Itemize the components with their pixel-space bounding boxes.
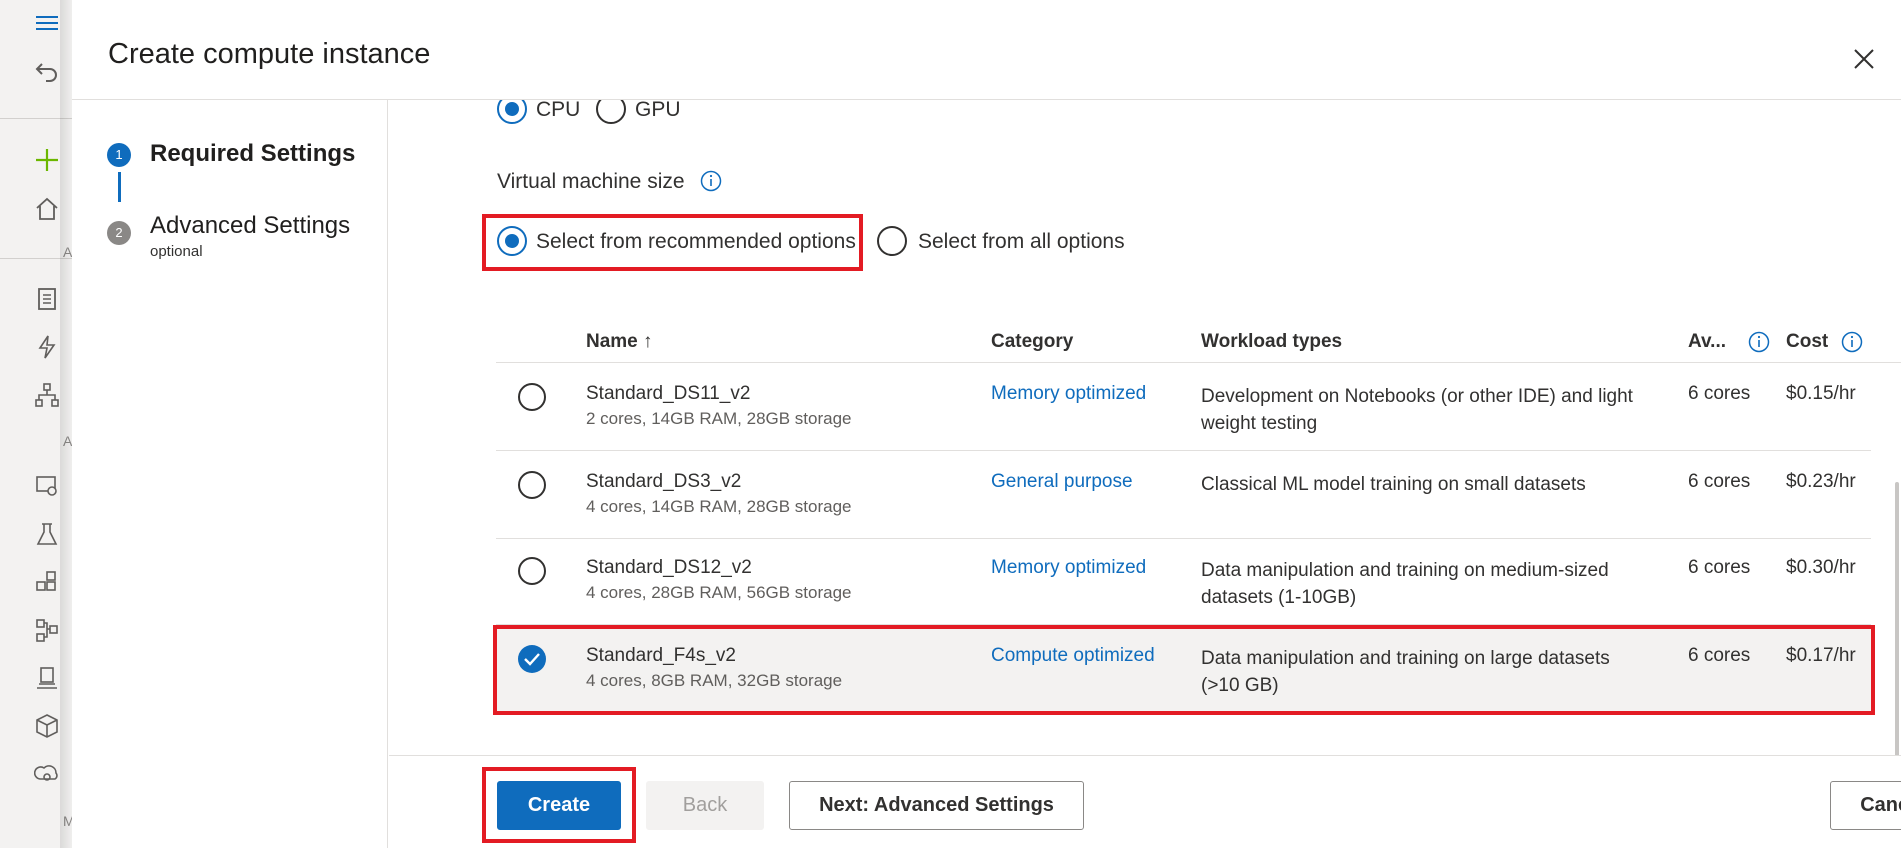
vm-cost: $0.15/hr (1786, 383, 1856, 404)
components-icon[interactable] (34, 569, 60, 595)
required-settings-content: CPU GPU Virtual machine size Select from… (389, 100, 1901, 755)
designer-icon[interactable] (34, 382, 60, 408)
vm-workload: Classical ML model training on small dat… (1201, 474, 1586, 495)
vm-name: Standard_DS3_v2 (586, 471, 742, 492)
automl-icon[interactable] (34, 334, 60, 360)
highlight-box (493, 625, 1875, 715)
experiments-icon[interactable] (34, 521, 60, 547)
cost-column-header[interactable]: Cost (1786, 331, 1828, 353)
back-button: Back (646, 781, 764, 830)
vm-category: General purpose (991, 471, 1133, 492)
models-icon[interactable] (34, 713, 60, 739)
sort-ascending-icon: ↑ (643, 331, 653, 352)
cpu-radio-label[interactable]: CPU (536, 100, 580, 122)
vm-spec: 2 cores, 14GB RAM, 28GB storage (586, 409, 852, 428)
vm-name: Standard_DS12_v2 (586, 557, 752, 578)
info-icon[interactable] (1748, 331, 1770, 353)
row-select-radio[interactable] (518, 471, 546, 499)
info-icon[interactable] (1841, 331, 1863, 353)
pipelines-icon[interactable] (34, 617, 60, 643)
vm-size-label: Virtual machine size (497, 170, 685, 193)
endpoints-icon[interactable] (34, 761, 60, 787)
row-select-radio[interactable] (518, 383, 546, 411)
vm-available: 6 cores (1688, 471, 1751, 492)
vm-spec: 4 cores, 14GB RAM, 28GB storage (586, 497, 852, 516)
datasets-icon[interactable] (34, 473, 60, 499)
vm-available: 6 cores (1688, 557, 1751, 578)
vm-spec: 4 cores, 28GB RAM, 56GB storage (586, 583, 852, 602)
vm-workload: Development on Notebooks (or other IDE) … (1201, 386, 1633, 434)
undo-icon[interactable] (34, 58, 60, 84)
vm-cost: $0.23/hr (1786, 471, 1856, 492)
close-icon[interactable] (1849, 44, 1879, 74)
step-connector (118, 172, 121, 202)
menu-icon[interactable] (34, 10, 60, 30)
cancel-button[interactable]: Cancel (1830, 781, 1901, 830)
vertical-scrollbar[interactable] (1895, 482, 1899, 755)
create-compute-panel: Create compute instance 1 Required Setti… (72, 0, 1901, 848)
gpu-radio[interactable] (596, 100, 626, 124)
vm-category: Memory optimized (991, 383, 1147, 404)
vm-workload: Data manipulation and training on medium… (1201, 560, 1609, 608)
name-column-header[interactable]: Name ↑ (586, 331, 653, 353)
cpu-radio[interactable] (497, 100, 527, 124)
step-advanced-settings[interactable]: Advanced Settings (150, 212, 350, 240)
category-column-header[interactable]: Category (991, 331, 1073, 353)
notebook-icon[interactable] (34, 286, 60, 312)
table-row[interactable]: Standard_DS3_v2 4 cores, 14GB RAM, 28GB … (496, 451, 1871, 539)
vm-table-header: Name ↑ Category Workload types Av... Cos… (496, 311, 1901, 363)
row-select-radio[interactable] (518, 557, 546, 585)
highlight-box (482, 214, 863, 271)
available-column-header[interactable]: Av... (1688, 331, 1726, 353)
table-row[interactable]: Standard_DS11_v2 2 cores, 14GB RAM, 28GB… (496, 363, 1871, 451)
step-required-settings[interactable]: Required Settings (150, 140, 355, 168)
all-options-radio[interactable] (877, 226, 907, 256)
panel-header: Create compute instance (72, 0, 1901, 100)
next-advanced-settings-button[interactable]: Next: Advanced Settings (789, 781, 1084, 830)
wizard-steps: 1 Required Settings 2 Advanced Settings … (72, 100, 388, 848)
vm-available: 6 cores (1688, 383, 1751, 404)
vm-cost: $0.30/hr (1786, 557, 1856, 578)
home-icon[interactable] (34, 196, 60, 222)
vm-name: Standard_DS11_v2 (586, 383, 751, 404)
plus-icon[interactable] (34, 147, 60, 173)
workload-column-header[interactable]: Workload types (1201, 331, 1342, 353)
step-number: 1 (107, 143, 131, 167)
panel-title: Create compute instance (108, 38, 431, 70)
all-options-label[interactable]: Select from all options (918, 230, 1125, 254)
highlight-box (482, 767, 636, 843)
panel-footer: Create Back Next: Advanced Settings Canc… (389, 755, 1901, 848)
step-optional-label: optional (150, 243, 203, 260)
vm-category: Memory optimized (991, 557, 1147, 578)
table-row[interactable]: Standard_DS12_v2 4 cores, 28GB RAM, 56GB… (496, 537, 1871, 625)
environments-icon[interactable] (34, 665, 60, 691)
info-icon[interactable] (700, 170, 722, 192)
gpu-radio-label[interactable]: GPU (635, 100, 681, 122)
step-number: 2 (107, 221, 131, 245)
